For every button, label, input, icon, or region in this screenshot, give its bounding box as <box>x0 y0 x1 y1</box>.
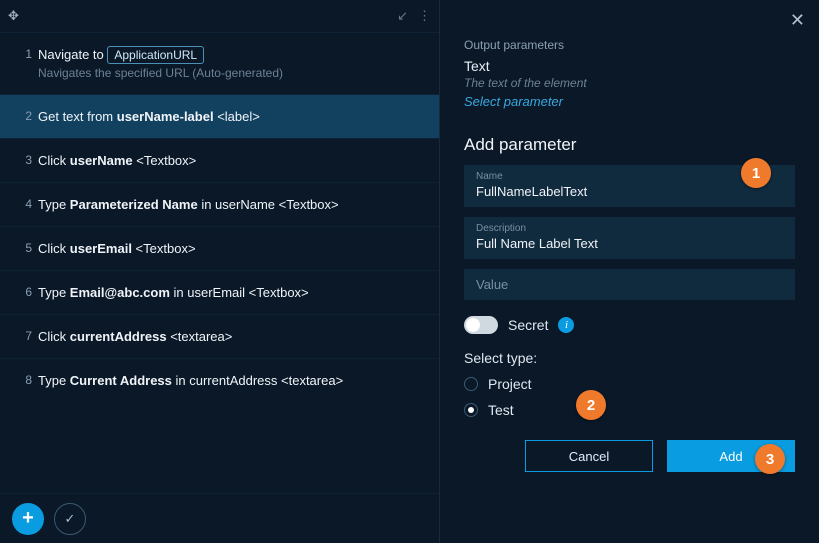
secret-toggle[interactable] <box>464 316 498 334</box>
steps-list: 1 Navigate to ApplicationURL Navigates the… <box>0 32 439 493</box>
move-handle-icon[interactable]: ✥ <box>8 8 19 23</box>
value-field[interactable]: Value <box>464 269 795 300</box>
step-item[interactable]: 1 Navigate to ApplicationURL Navigates the… <box>0 32 439 94</box>
output-text-description: The text of the element <box>464 76 795 90</box>
step-number: 6 <box>14 285 32 299</box>
more-icon[interactable]: ⋮ <box>418 8 431 24</box>
step-number: 4 <box>14 197 32 211</box>
name-field-value: FullNameLabelText <box>476 184 783 199</box>
output-text-heading: Text <box>464 58 795 74</box>
annotation-callout-1: 1 <box>741 158 771 188</box>
description-field[interactable]: Description Full Name Label Text <box>464 217 795 259</box>
annotation-callout-2: 2 <box>576 390 606 420</box>
add-step-button[interactable]: + <box>12 503 44 535</box>
value-field-placeholder: Value <box>476 277 783 292</box>
step-title: Click userEmail <Textbox> <box>38 241 429 256</box>
step-item[interactable]: 2 Get text from userName-label <label> <box>0 94 439 138</box>
select-parameter-link[interactable]: Select parameter <box>464 94 795 109</box>
step-number: 2 <box>14 109 32 123</box>
step-item[interactable]: 4 Type Parameterized Name in userName <Te… <box>0 182 439 226</box>
close-icon[interactable]: ✕ <box>790 10 805 31</box>
collapse-icon[interactable]: ↙ <box>397 8 408 24</box>
step-item[interactable]: 5 Click userEmail <Textbox> <box>0 226 439 270</box>
description-field-label: Description <box>476 223 783 234</box>
parameter-chip[interactable]: ApplicationURL <box>107 46 204 64</box>
radio-icon <box>464 377 478 391</box>
add-parameter-heading: Add parameter <box>464 135 795 155</box>
step-item[interactable]: 7 Click currentAddress <textarea> <box>0 314 439 358</box>
step-title: Click userName <Textbox> <box>38 153 429 168</box>
validate-steps-button[interactable]: ✓ <box>54 503 86 535</box>
description-field-value: Full Name Label Text <box>476 236 783 251</box>
step-title: Type Current Address in currentAddress <… <box>38 373 429 388</box>
secret-info-icon[interactable]: i <box>558 317 574 333</box>
step-item[interactable]: 3 Click userName <Textbox> <box>0 138 439 182</box>
step-number: 5 <box>14 241 32 255</box>
step-number: 1 <box>14 47 32 61</box>
step-title: Type Email@abc.com in userEmail <Textbox… <box>38 285 429 300</box>
type-test-label: Test <box>488 402 514 418</box>
step-item[interactable]: 6 Type Email@abc.com in userEmail <Textbo… <box>0 270 439 314</box>
annotation-callout-3: 3 <box>755 444 785 474</box>
step-number: 7 <box>14 329 32 343</box>
step-subtitle: Navigates the specified URL (Auto-genera… <box>38 66 429 80</box>
step-title: Type Parameterized Name in userName <Tex… <box>38 197 429 212</box>
radio-icon <box>464 403 478 417</box>
type-project-label: Project <box>488 376 532 392</box>
step-title: Navigate to ApplicationURL <box>38 47 429 62</box>
step-item[interactable]: 8 Type Current Address in currentAddress … <box>0 358 439 402</box>
step-number: 8 <box>14 373 32 387</box>
step-title: Get text from userName-label <label> <box>38 109 429 124</box>
select-type-label: Select type: <box>464 350 795 366</box>
cancel-button[interactable]: Cancel <box>525 440 653 472</box>
name-field-label: Name <box>476 171 783 182</box>
type-project-option[interactable]: Project <box>464 376 795 392</box>
secret-toggle-label: Secret <box>508 317 548 333</box>
output-parameters-label: Output parameters <box>464 38 795 52</box>
step-number: 3 <box>14 153 32 167</box>
type-test-option[interactable]: Test <box>464 402 795 418</box>
step-title: Click currentAddress <textarea> <box>38 329 429 344</box>
